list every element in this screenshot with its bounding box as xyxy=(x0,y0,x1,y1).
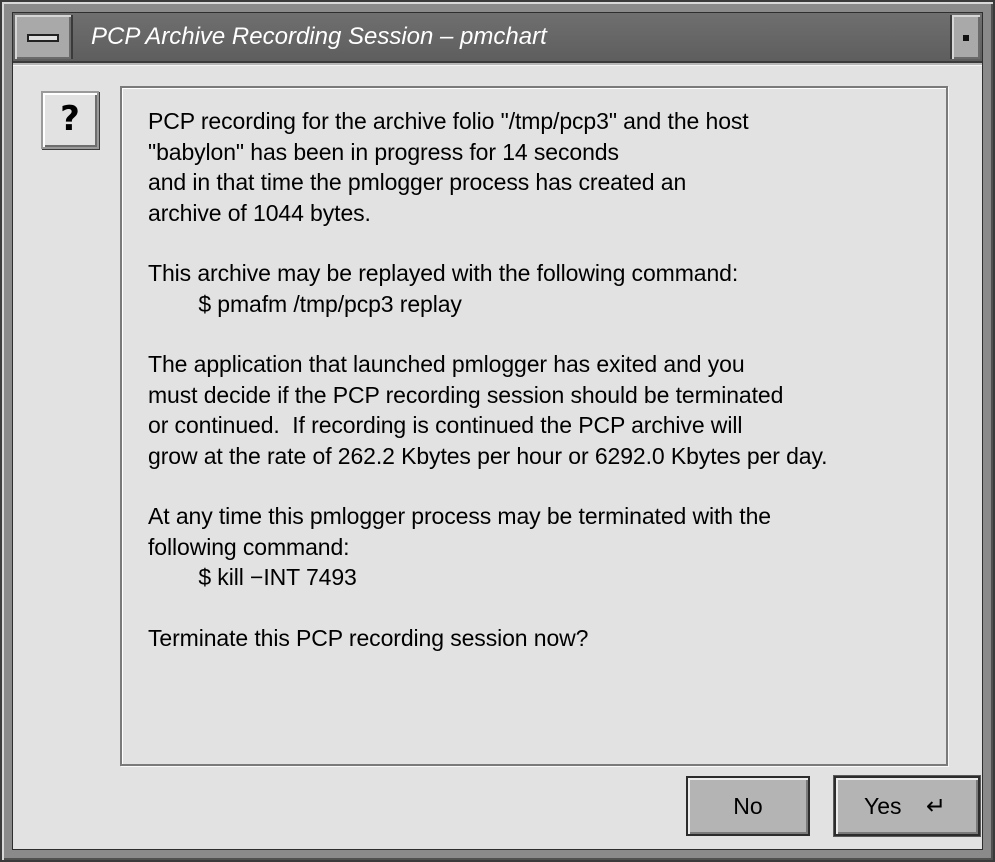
no-button-label: No xyxy=(733,793,763,819)
title-bar[interactable]: PCP Archive Recording Session – pmchart xyxy=(13,13,982,63)
yes-button[interactable]: Yes ↵ xyxy=(833,775,981,837)
maximize-icon xyxy=(963,35,969,41)
message-line: At any time this pmlogger process may be… xyxy=(148,503,771,529)
message-line: or continued. If recording is continued … xyxy=(148,412,743,438)
dialog-body: ? PCP recording for the archive folio "/… xyxy=(13,65,982,849)
window-title: PCP Archive Recording Session – pmchart xyxy=(91,23,547,50)
message-line: This archive may be replayed with the fo… xyxy=(148,260,739,286)
question-icon: ? xyxy=(41,91,99,149)
message-line: must decide if the PCP recording session… xyxy=(148,381,784,408)
yes-button-label: Yes xyxy=(864,793,902,819)
replay-command: $ pmafm /tmp/pcp3 replay xyxy=(148,290,462,317)
kill-command: $ kill −INT 7493 xyxy=(148,564,357,590)
message-line: The application that launched pmlogger h… xyxy=(148,351,745,377)
message-line: "babylon" has been in progress for 14 se… xyxy=(148,138,619,165)
window-frame: PCP Archive Recording Session – pmchart … xyxy=(12,12,983,850)
maximize-button[interactable] xyxy=(950,15,980,59)
message-line: PCP recording for the archive folio "/tm… xyxy=(148,108,749,134)
message-panel: PCP recording for the archive folio "/tm… xyxy=(120,86,948,766)
question-line: Terminate this PCP recording session now… xyxy=(148,624,589,651)
message-line: archive of 1044 bytes. xyxy=(148,199,371,226)
window-menu-icon xyxy=(27,34,59,42)
message-line: and in that time the pmlogger process ha… xyxy=(148,169,687,195)
message-line: following command: xyxy=(148,533,350,560)
window-menu-button[interactable] xyxy=(15,15,73,59)
message-line: grow at the rate of 262.2 Kbytes per hou… xyxy=(148,442,828,469)
no-button[interactable]: No xyxy=(686,776,810,836)
enter-key-icon: ↵ xyxy=(926,792,947,820)
dialog-window: PCP Archive Recording Session – pmchart … xyxy=(0,0,995,862)
